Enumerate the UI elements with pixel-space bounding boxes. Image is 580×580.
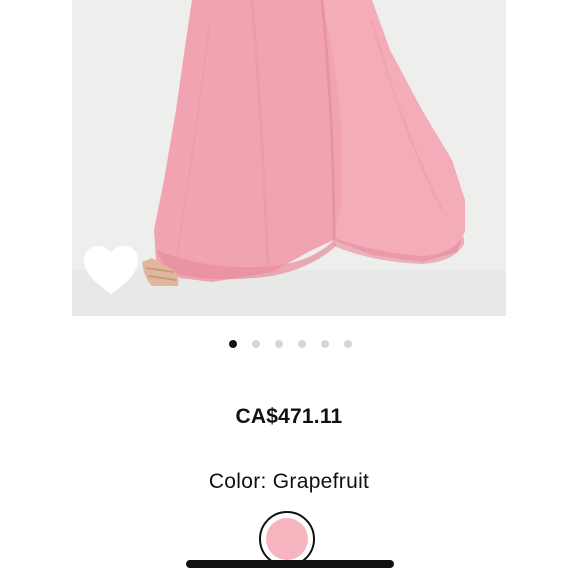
carousel-dot-1[interactable] — [228, 340, 237, 348]
product-detail-screen: CA$471.11 Color: Grapefruit — [0, 0, 580, 580]
home-indicator[interactable] — [186, 560, 394, 568]
carousel-dot-5[interactable] — [320, 340, 329, 348]
carousel-dot-6[interactable] — [343, 340, 352, 348]
color-label: Color: — [208, 470, 267, 493]
carousel-dot-3[interactable] — [274, 340, 283, 348]
wishlist-button[interactable] — [82, 245, 140, 297]
product-price: CA$471.11 — [235, 405, 343, 428]
carousel-dot-4[interactable] — [297, 340, 306, 348]
color-name: Grapefruit — [272, 470, 370, 493]
color-swatch-grapefruit[interactable] — [259, 511, 315, 567]
image-carousel-dots — [0, 340, 580, 352]
heart-icon — [83, 245, 139, 295]
color-selection-label: Color: Grapefruit — [0, 470, 578, 494]
carousel-dot-2[interactable] — [251, 340, 260, 348]
color-swatch-fill — [266, 518, 308, 560]
